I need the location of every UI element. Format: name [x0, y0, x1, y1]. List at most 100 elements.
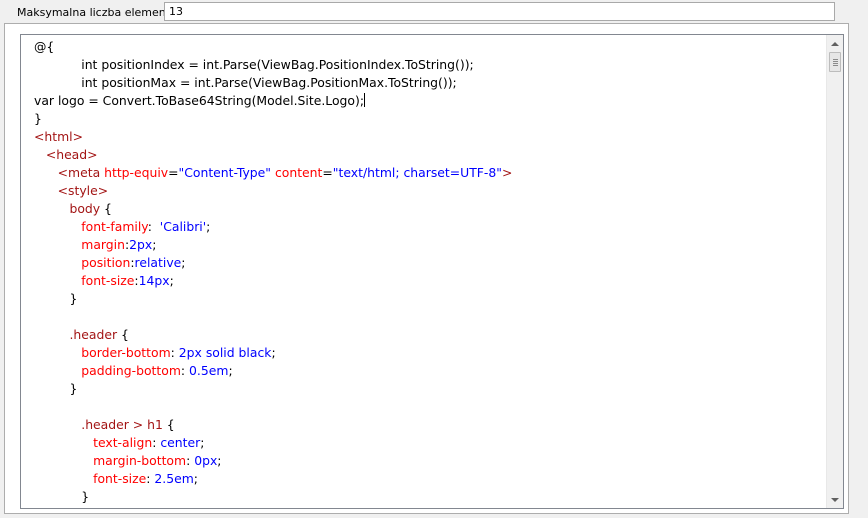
code-line: int positionMax = int.Parse(ViewBag.Posi… [34, 74, 457, 92]
code-token-val: 14px [138, 273, 170, 288]
code-token-plain: } [34, 489, 90, 504]
scroll-down-button[interactable] [827, 491, 843, 508]
code-token-attr: text-align [93, 435, 153, 450]
code-token-plain: ; [193, 471, 198, 486]
template-editor-panel: @{ int positionIndex = int.Parse(ViewBag… [4, 23, 849, 514]
code-line: font-size:14px; [34, 272, 174, 290]
code-token-val: center [160, 435, 201, 450]
code-token-plain: ; [228, 363, 233, 378]
code-line: } [34, 290, 77, 308]
code-token-val: 2px [129, 237, 153, 252]
code-editor[interactable]: @{ int positionIndex = int.Parse(ViewBag… [20, 34, 844, 509]
code-line: font-family: 'Calibri'; [34, 218, 210, 236]
code-line: margin-bottom: 0px; [34, 452, 221, 470]
code-token-plain: { [117, 327, 129, 342]
code-token-tag: <style> [57, 183, 109, 198]
code-line: .header > h1 { [34, 416, 174, 434]
code-line: @{ [34, 38, 54, 56]
code-line: } [34, 110, 42, 128]
code-token-plain: ; [169, 273, 174, 288]
code-line: body { [34, 200, 112, 218]
code-token-plain: ; [271, 345, 276, 360]
code-token-tag: body [69, 201, 101, 216]
code-token-attr: font-size [81, 273, 135, 288]
code-token-plain: { [100, 201, 112, 216]
code-line: <head> [34, 146, 98, 164]
code-token-attr: padding-bottom [81, 363, 181, 378]
code-token-attr: border-bottom [81, 345, 171, 360]
code-token-attr: margin-bottom [93, 453, 187, 468]
code-line: font-size: 2.5em; [34, 470, 198, 488]
scroll-up-arrow-icon [831, 41, 839, 46]
code-token-val: 2px solid black [178, 345, 272, 360]
code-token-val: 2.5em [154, 471, 194, 486]
max-elements-input[interactable]: 13 [164, 2, 835, 21]
code-token-val: 0.5em [189, 363, 229, 378]
code-token-plain: int positionMax = int.Parse(ViewBag.Posi… [34, 75, 457, 90]
code-token-val: "Content-Type" [178, 165, 271, 180]
code-token-attr: position [81, 255, 131, 270]
code-line: position:relative; [34, 254, 185, 272]
code-token-tag: <head> [45, 147, 98, 162]
code-token-attr: content [274, 165, 323, 180]
code-token-plain: = [168, 165, 179, 180]
code-text-area[interactable]: @{ int positionIndex = int.Parse(ViewBag… [21, 35, 826, 508]
code-token-plain: : [180, 363, 190, 378]
code-line: <html> [34, 128, 83, 146]
code-line: margin:2px; [34, 236, 156, 254]
code-token-val: 'Calibri' [159, 219, 207, 234]
code-token-attr: font-size [93, 471, 147, 486]
code-line: } [34, 488, 89, 506]
code-token-val: 0px [194, 453, 218, 468]
code-token-plain: @{ [34, 39, 55, 54]
code-token-plain: ; [181, 255, 186, 270]
code-token-plain: : [147, 219, 160, 234]
code-token-attr: http-equiv [104, 165, 169, 180]
code-token-plain: } [34, 111, 42, 126]
code-token-val: relative [134, 255, 182, 270]
code-line: .header { [34, 326, 129, 344]
code-token-plain: ; [200, 435, 205, 450]
code-token-plain: int positionIndex = int.Parse(ViewBag.Po… [34, 57, 474, 72]
max-elements-label: Maksymalna liczba elementów [17, 6, 186, 19]
scroll-thumb[interactable] [829, 52, 841, 72]
text-caret [364, 93, 366, 107]
code-line: } [34, 380, 77, 398]
code-token-plain: } [34, 291, 78, 306]
code-token-plain: ; [152, 237, 157, 252]
code-token-plain: } [34, 381, 78, 396]
code-token-plain: : [186, 453, 195, 468]
code-token-val: "text/html; charset=UTF-8" [332, 165, 502, 180]
code-line: text-align: center; [34, 434, 204, 452]
code-token-plain: ; [206, 219, 211, 234]
code-token-tag: > [501, 165, 513, 180]
vertical-scrollbar[interactable] [826, 35, 843, 508]
scroll-down-arrow-icon [831, 497, 839, 502]
code-line: <meta http-equiv="Content-Type" content=… [34, 164, 513, 182]
code-token-tag: .header > h1 [81, 417, 163, 432]
code-token-plain: = [322, 165, 333, 180]
code-line: int positionIndex = int.Parse(ViewBag.Po… [34, 56, 474, 74]
code-token-tag: <meta [57, 165, 105, 180]
code-line: border-bottom: 2px solid black; [34, 344, 276, 362]
code-token-tag: .header [69, 327, 118, 342]
code-token-tag: <html> [34, 129, 83, 144]
scroll-up-button[interactable] [827, 35, 843, 52]
code-token-attr: margin [81, 237, 125, 252]
code-token-plain: : [170, 345, 179, 360]
